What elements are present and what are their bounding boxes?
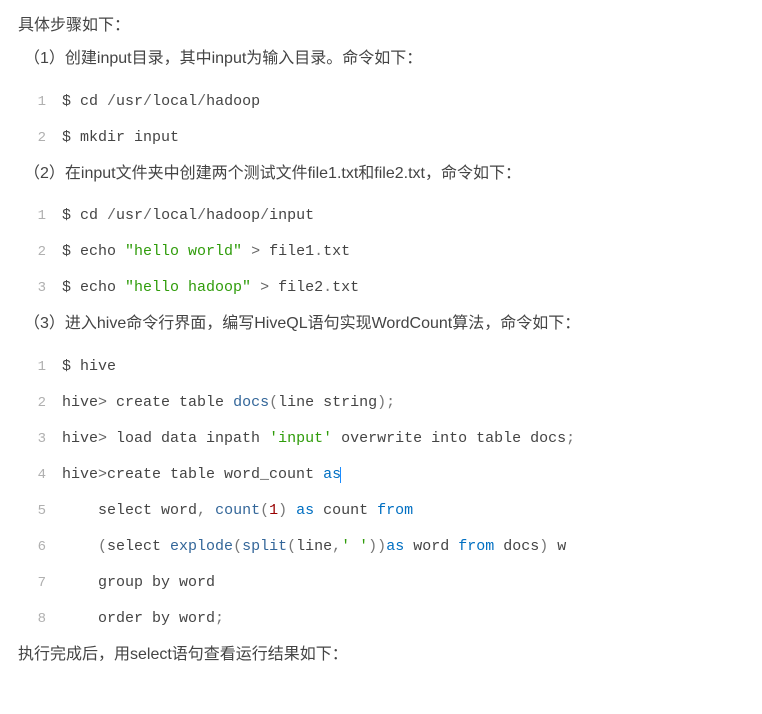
code-line: 1$ hive: [28, 349, 744, 385]
code-block-1: 1$ cd /usr/local/hadoop2$ mkdir input: [28, 84, 744, 156]
line-number: 7: [28, 572, 62, 594]
step-1-label: （1）创建input目录，其中input为输入目录。命令如下：: [18, 45, 744, 74]
line-number: 1: [28, 356, 62, 378]
line-number: 6: [28, 536, 62, 558]
text-cursor: [340, 467, 341, 484]
code-content: hive> load data inpath 'input' overwrite…: [62, 427, 575, 451]
line-number: 3: [28, 428, 62, 450]
step-3-label: （3）进入hive命令行界面，编写HiveQL语句实现WordCount算法，命…: [18, 310, 744, 339]
code-content: $ cd /usr/local/hadoop/input: [62, 204, 314, 228]
line-number: 1: [28, 205, 62, 227]
code-content: hive>create table word_count as: [62, 463, 341, 487]
code-line: 7 group by word: [28, 565, 744, 601]
outro-paragraph: 执行完成后，用select语句查看运行结果如下：: [18, 641, 744, 670]
line-number: 1: [28, 91, 62, 113]
document-content: 具体步骤如下： （1）创建input目录，其中input为输入目录。命令如下： …: [0, 0, 762, 686]
line-number: 2: [28, 392, 62, 414]
step-2-label: （2）在input文件夹中创建两个测试文件file1.txt和file2.txt…: [18, 160, 744, 189]
code-line: 4hive>create table word_count as: [28, 457, 744, 493]
code-line: 1$ cd /usr/local/hadoop: [28, 84, 744, 120]
code-content: hive> create table docs(line string);: [62, 391, 395, 415]
line-number: 2: [28, 241, 62, 263]
code-block-2: 1$ cd /usr/local/hadoop/input2$ echo "he…: [28, 198, 744, 306]
code-content: group by word: [62, 571, 215, 595]
code-content: $ echo "hello world" > file1.txt: [62, 240, 350, 264]
code-line: 6 (select explode(split(line,' '))as wor…: [28, 529, 744, 565]
code-line: 3hive> load data inpath 'input' overwrit…: [28, 421, 744, 457]
line-number: 4: [28, 464, 62, 486]
intro-paragraph: 具体步骤如下：: [18, 12, 744, 41]
code-content: $ hive: [62, 355, 116, 379]
code-line: 2$ echo "hello world" > file1.txt: [28, 234, 744, 270]
code-line: 2hive> create table docs(line string);: [28, 385, 744, 421]
code-line: 3$ echo "hello hadoop" > file2.txt: [28, 270, 744, 306]
code-line: 1$ cd /usr/local/hadoop/input: [28, 198, 744, 234]
code-content: (select explode(split(line,' '))as word …: [62, 535, 566, 559]
line-number: 8: [28, 608, 62, 630]
code-content: $ cd /usr/local/hadoop: [62, 90, 260, 114]
line-number: 2: [28, 127, 62, 149]
line-number: 5: [28, 500, 62, 522]
code-content: select word, count(1) as count from: [62, 499, 413, 523]
code-line: 5 select word, count(1) as count from: [28, 493, 744, 529]
code-content: order by word;: [62, 607, 224, 631]
code-line: 8 order by word;: [28, 601, 744, 637]
code-block-3: 1$ hive2hive> create table docs(line str…: [28, 349, 744, 637]
code-content: $ mkdir input: [62, 126, 179, 150]
line-number: 3: [28, 277, 62, 299]
code-content: $ echo "hello hadoop" > file2.txt: [62, 276, 359, 300]
code-line: 2$ mkdir input: [28, 120, 744, 156]
